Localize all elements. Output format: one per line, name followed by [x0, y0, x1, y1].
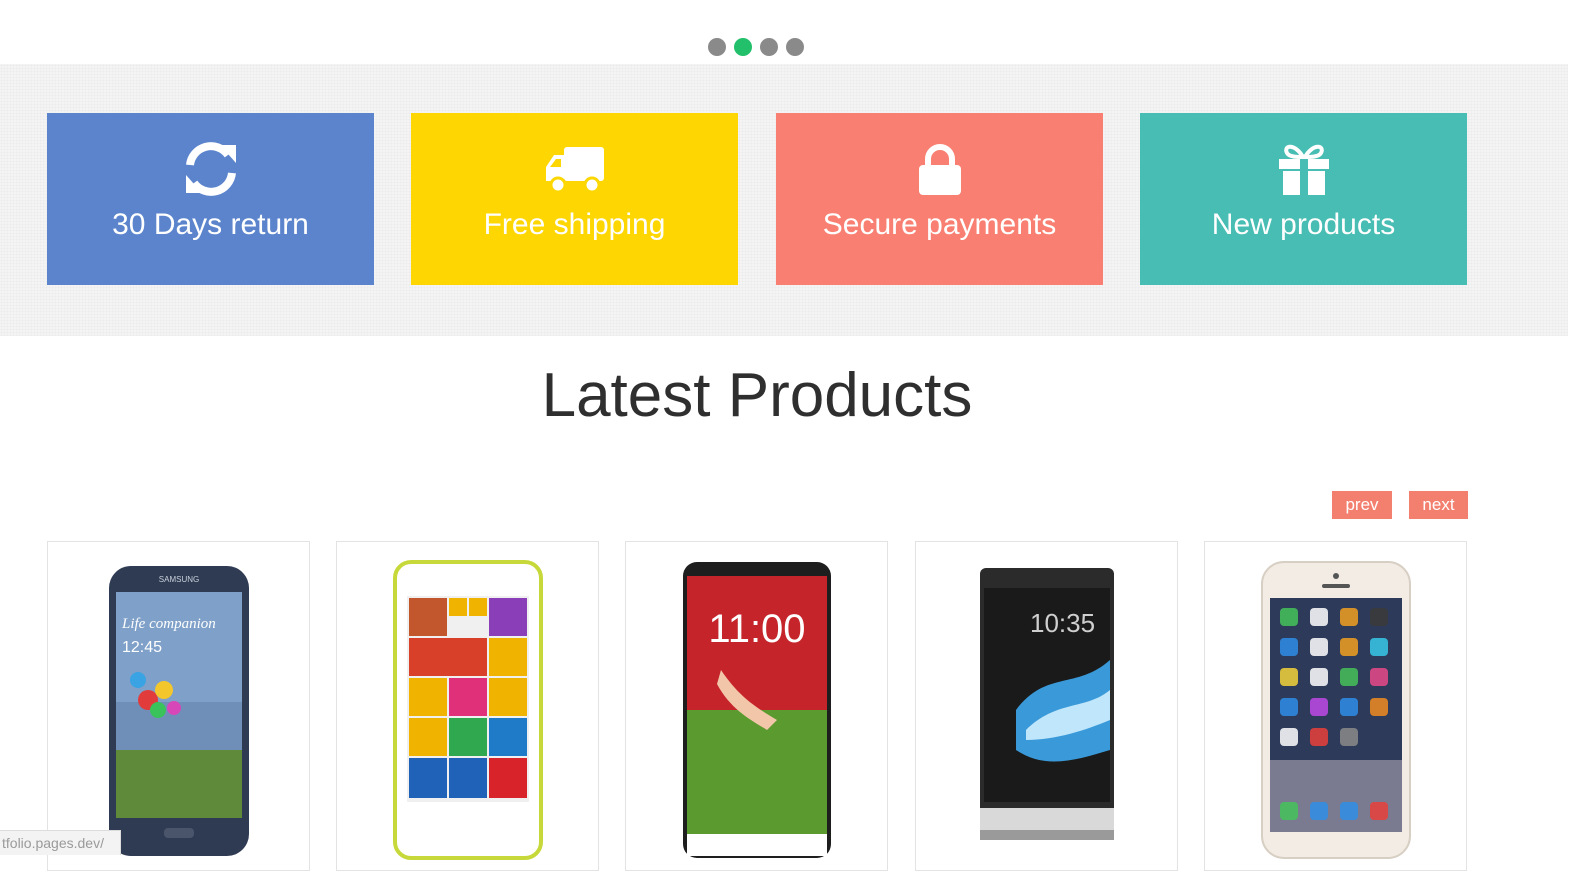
- feature-label: Secure payments: [822, 208, 1057, 241]
- phone-screen-time: 10:35: [1030, 608, 1095, 638]
- product-card-sony[interactable]: 10:35: [915, 541, 1178, 871]
- product-card-samsung[interactable]: SAMSUNG Life companion 12:45: [47, 541, 310, 871]
- phone-screen-time: 12:45: [122, 639, 162, 656]
- feature-secure[interactable]: Secure payments: [776, 113, 1103, 285]
- product-card-lg[interactable]: 11:00: [625, 541, 888, 871]
- refresh-icon: [185, 142, 236, 196]
- phone-screen-time: 11:00: [708, 607, 805, 651]
- phone-screen-text: Life companion: [121, 616, 216, 632]
- iphone-image: [1260, 561, 1411, 859]
- phone-brand-text: SAMSUNG: [158, 575, 198, 584]
- feature-label: 30 Days return: [112, 208, 309, 241]
- feature-label: New products: [1211, 208, 1396, 241]
- feature-label: Free shipping: [483, 208, 666, 241]
- sony-phone-image: 10:35: [979, 568, 1114, 840]
- prev-button[interactable]: prev: [1332, 491, 1392, 519]
- slider-dot-4[interactable]: [786, 38, 804, 56]
- truck-icon: [545, 147, 604, 194]
- lock-icon: [918, 144, 961, 195]
- product-card-windows-phone[interactable]: [336, 541, 599, 871]
- latest-products-heading: Latest Products: [541, 361, 973, 430]
- lg-phone-image: 11:00: [682, 562, 831, 858]
- next-button[interactable]: next: [1409, 491, 1468, 519]
- browser-status-url: tfolio.pages.dev/: [0, 830, 121, 855]
- windows-phone-image: [392, 560, 543, 860]
- slider-dot-3[interactable]: [760, 38, 778, 56]
- feature-shipping[interactable]: Free shipping: [411, 113, 738, 285]
- slider-dot-1[interactable]: [708, 38, 726, 56]
- samsung-phone-image: SAMSUNG Life companion 12:45: [108, 566, 249, 856]
- slider-pagination: [708, 38, 804, 56]
- slider-dot-2[interactable]: [734, 38, 752, 56]
- feature-new-products[interactable]: New products: [1140, 113, 1467, 285]
- feature-returns[interactable]: 30 Days return: [47, 113, 374, 285]
- product-card-iphone[interactable]: [1204, 541, 1467, 871]
- gift-icon: [1278, 144, 1329, 195]
